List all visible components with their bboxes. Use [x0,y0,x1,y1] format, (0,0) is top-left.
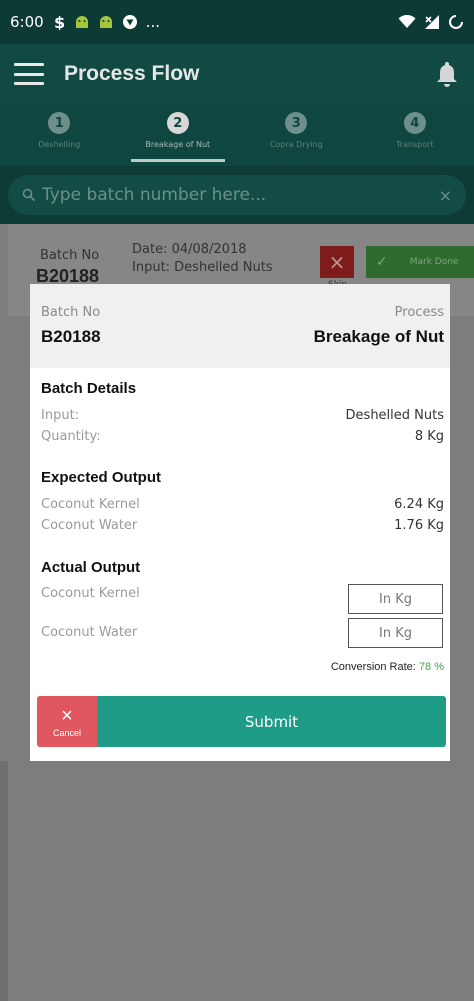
nav-edge [0,761,8,1001]
submit-button[interactable]: Submit [97,696,446,747]
expected-kernel-label: Coconut Kernel [41,497,140,512]
conversion-rate: Conversion Rate: 78 % [331,661,444,673]
step-breakage-of-nut[interactable]: 2 Breakage of Nut [119,104,238,166]
signal-off-icon [425,15,439,29]
expected-output-title: Expected Output [41,469,162,486]
expected-water-label: Coconut Water [41,518,138,533]
step-copra-drying[interactable]: 3 Copra Drying [237,104,356,166]
step-label: Copra Drying [269,140,323,149]
actual-water-label: Coconut Water [41,625,138,640]
process-label: Process [394,305,444,320]
status-time: 6:00 [10,13,44,31]
water-weight-input[interactable] [348,618,443,648]
process-dialog: Batch No B20188 Process Breakage of Nut … [30,284,450,761]
process-value: Breakage of Nut [313,327,444,346]
step-label: Deshelling [38,140,81,149]
batch-date: Date: 04/08/2018 [132,242,247,257]
conversion-rate-value: 78 % [418,661,444,673]
wifi-icon [398,15,416,28]
batch-input: Input: Deshelled Nuts [132,260,273,275]
bell-icon[interactable] [434,60,460,88]
skip-button[interactable]: × [320,246,354,278]
search-input[interactable] [42,185,439,205]
input-label: Input: [41,408,80,423]
step-transport[interactable]: 4 Transport [356,104,474,166]
quantity-label: Quantity: [41,429,101,444]
money-notification-icon: $ [54,14,65,30]
conversion-rate-label: Conversion Rate: [330,661,416,673]
step-deshelling[interactable]: 1 Deshelling [0,104,119,166]
svg-text:$: $ [54,14,65,30]
expected-kernel-value: 6.24 Kg [394,497,444,512]
step-label: Transport [395,140,434,149]
more-notifications: ... [145,13,160,31]
close-icon: × [61,704,73,727]
quantity-value: 8 Kg [414,429,444,444]
step-number: 1 [48,112,71,134]
menu-icon[interactable] [14,63,44,85]
step-number: 2 [166,112,189,134]
batch-details-title: Batch Details [41,380,137,397]
search-area: × [0,166,474,224]
search-box: × [8,175,466,215]
page-title: Process Flow [64,62,200,85]
status-bar: 6:00 $ ... [0,0,474,44]
dialog-header: Batch No B20188 Process Breakage of Nut [30,284,450,368]
process-stepper: 1 Deshelling 2 Breakage of Nut 3 Copra D… [0,104,474,166]
clear-search-icon[interactable]: × [439,186,452,205]
app-bar: Process Flow [0,44,474,104]
expected-water-value: 1.76 Kg [394,518,444,533]
close-icon: × [328,250,346,274]
check-icon: ✓ [376,254,388,270]
step-number: 4 [403,112,426,134]
battery-icon [449,15,463,29]
actual-output-title: Actual Output [41,559,141,576]
cancel-label: Cancel [52,727,81,738]
android-icon-2 [99,16,112,28]
kernel-weight-input[interactable] [348,584,443,614]
step-number: 3 [285,112,308,134]
cancel-button[interactable]: × Cancel [37,696,97,747]
actual-kernel-label: Coconut Kernel [41,586,140,601]
batch-no-label: Batch No [40,248,100,263]
mark-done-button[interactable]: ✓ Mark Done [366,246,474,278]
batch-no-value: B20188 [41,327,101,346]
search-icon [22,188,36,202]
android-icon [75,16,88,28]
app-notification-icon [122,15,137,29]
mark-done-label: Mark Done [409,257,459,267]
input-value: Deshelled Nuts [345,408,444,423]
batch-no-label: Batch No [41,305,101,320]
step-label: Breakage of Nut [145,140,211,149]
